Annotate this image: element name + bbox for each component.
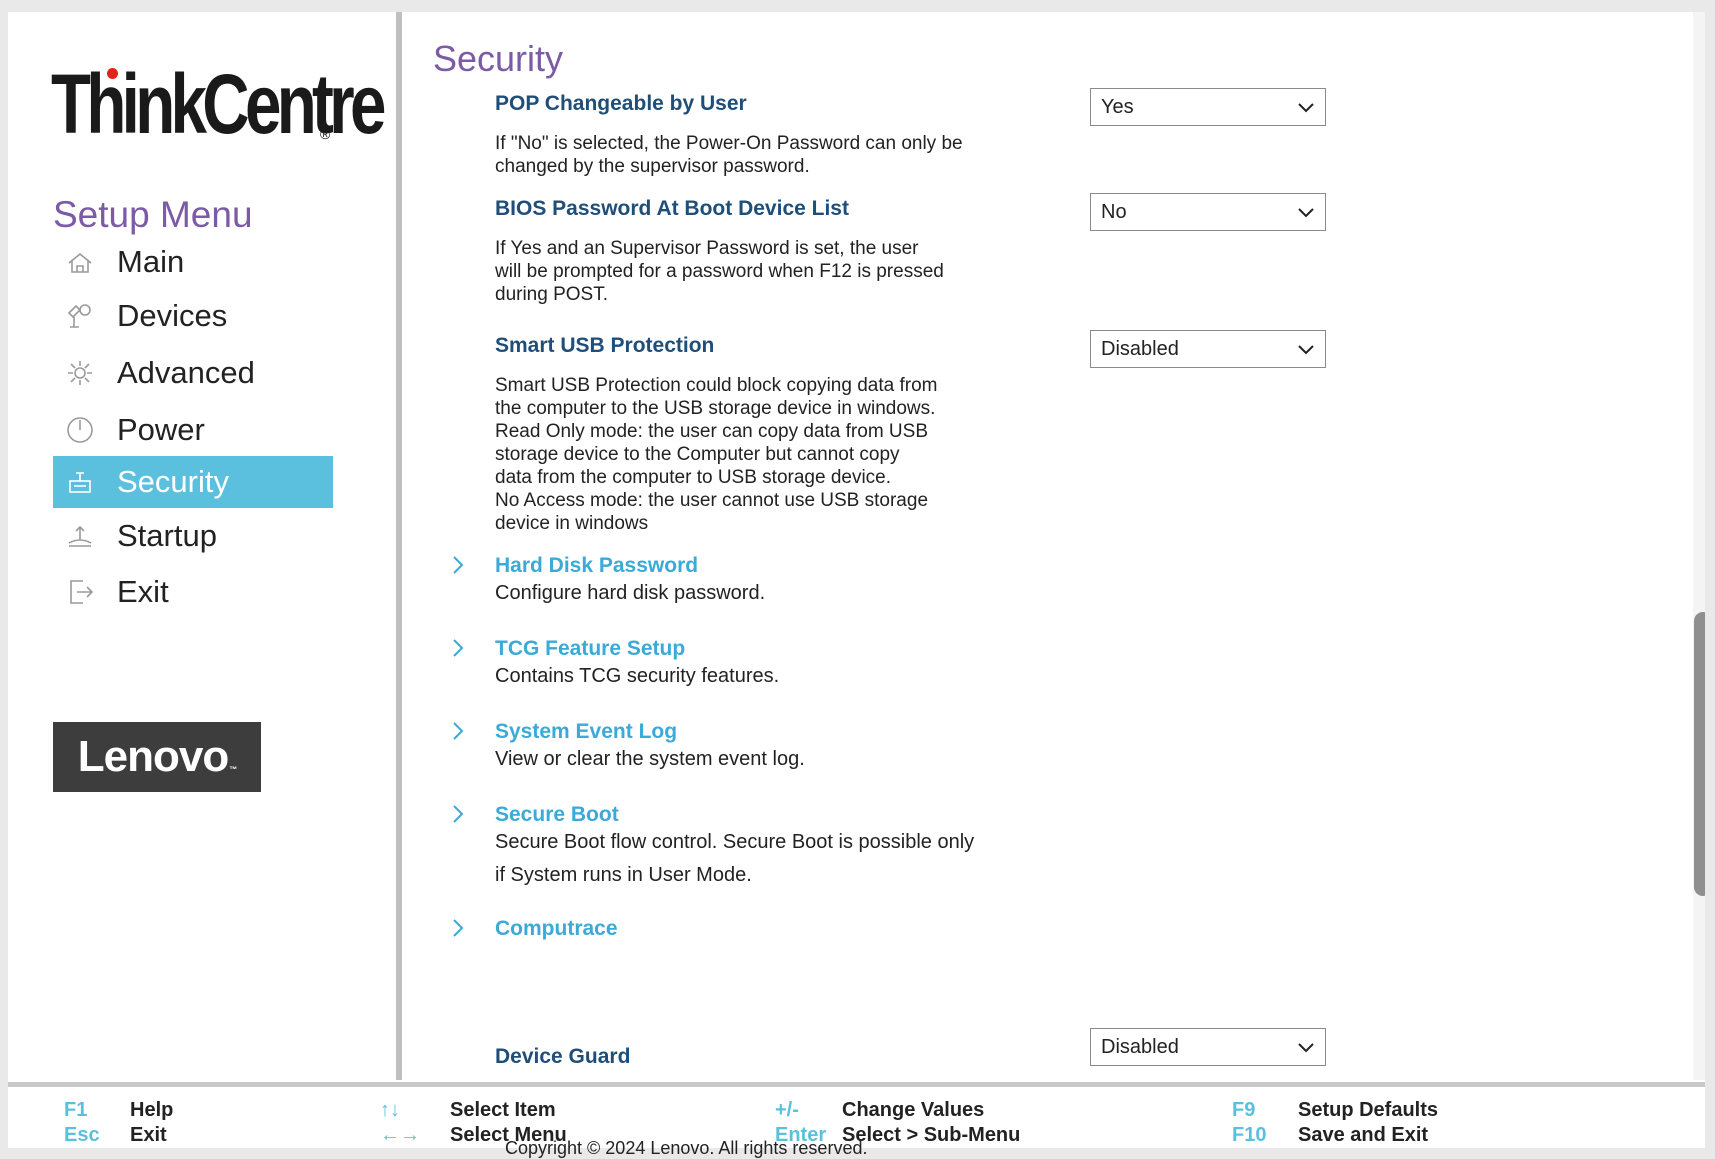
select-value: No (1101, 200, 1127, 223)
sidebar-item-devices[interactable]: Devices (53, 290, 333, 342)
submenu-system-event-log-description: View or clear the system event log. (495, 748, 805, 770)
key-f10-desc: Save and Exit (1298, 1124, 1429, 1146)
key-f10: F10 (1232, 1124, 1267, 1146)
pop-changeable-description: If "No" is selected, the Power-On Passwo… (495, 133, 963, 177)
sidebar-item-startup[interactable]: Startup (53, 510, 333, 562)
device-guard-label: Device Guard (495, 1045, 631, 1068)
copyright-text: Copyright © 2024 Lenovo. All rights rese… (505, 1138, 868, 1158)
setup-menu-title: Setup Menu (53, 194, 253, 235)
sidebar-item-label: Exit (117, 574, 169, 609)
chevron-right-icon[interactable] (450, 720, 466, 742)
chevron-down-icon (1298, 208, 1314, 218)
bios-password-boot-list-label: BIOS Password At Boot Device List (495, 197, 849, 220)
chevron-right-icon[interactable] (450, 803, 466, 825)
chevron-right-icon[interactable] (450, 917, 466, 939)
security-panel: Security POP Changeable by User Yes If "… (402, 12, 1692, 1080)
key-plus-minus-desc: Change Values (842, 1099, 985, 1121)
submenu-hard-disk-password-description: Configure hard disk password. (495, 582, 766, 604)
submenu-secure-boot[interactable]: Secure Boot (495, 803, 619, 827)
chevron-down-icon (1298, 103, 1314, 113)
devices-icon (65, 301, 95, 331)
submenu-system-event-log[interactable]: System Event Log (495, 720, 677, 744)
key-f9: F9 (1232, 1099, 1256, 1121)
submenu-secure-boot-description: Secure Boot flow control. Secure Boot is… (495, 831, 975, 886)
sidebar-item-label: Devices (117, 298, 228, 333)
submenu-tcg-feature-setup-description: Contains TCG security features. (495, 665, 780, 687)
key-f9-desc: Setup Defaults (1298, 1099, 1439, 1121)
lenovo-trademark: ™ (229, 765, 237, 774)
select-value: Disabled (1101, 337, 1179, 360)
key-plus-minus: +/- (775, 1099, 799, 1121)
chevron-right-icon[interactable] (450, 554, 466, 576)
pop-changeable-select[interactable]: Yes (1090, 88, 1326, 126)
chevron-right-icon[interactable] (450, 637, 466, 659)
key-up-down-desc: Select Item (450, 1099, 556, 1121)
scrollbar-track[interactable] (1693, 12, 1705, 1080)
exit-icon (65, 577, 95, 607)
lenovo-logo-text: Lenovo (77, 732, 229, 781)
sidebar-item-advanced[interactable]: Advanced (53, 347, 333, 399)
security-icon (65, 467, 95, 497)
sidebar: ThinkCentre ® Setup Menu Main Devices Ad… (8, 12, 394, 1080)
lenovo-logo: Lenovo ™ (53, 722, 261, 792)
power-icon (65, 415, 95, 445)
logo-registered-mark: ® (320, 126, 331, 142)
key-f1-desc: Help (130, 1099, 174, 1121)
sidebar-item-label: Startup (117, 518, 217, 553)
device-guard-select[interactable]: Disabled (1090, 1028, 1326, 1066)
sidebar-item-power[interactable]: Power (53, 404, 333, 456)
scrollbar-thumb[interactable] (1694, 612, 1705, 896)
smart-usb-protection-description: Smart USB Protection could block copying… (495, 375, 938, 534)
bios-window: ThinkCentre ® Setup Menu Main Devices Ad… (8, 12, 1705, 1148)
submenu-tcg-feature-setup[interactable]: TCG Feature Setup (495, 637, 685, 661)
chevron-down-icon (1298, 345, 1314, 355)
key-f1: F1 (64, 1099, 88, 1121)
chevron-down-icon (1298, 1043, 1314, 1053)
key-esc: Esc (64, 1124, 100, 1146)
sidebar-item-label: Power (117, 412, 205, 447)
select-value: Yes (1101, 95, 1134, 118)
sidebar-item-label: Main (117, 244, 185, 279)
home-icon (65, 247, 95, 277)
bios-password-boot-list-select[interactable]: No (1090, 193, 1326, 231)
smart-usb-protection-select[interactable]: Disabled (1090, 330, 1326, 368)
sidebar-item-security[interactable]: Security (53, 456, 333, 508)
key-left-right: ←→ (380, 1124, 420, 1146)
sidebar-item-main[interactable]: Main (53, 236, 333, 288)
sidebar-item-label: Security (117, 464, 229, 499)
thinkcentre-logo: ThinkCentre (51, 57, 386, 151)
pop-changeable-label: POP Changeable by User (495, 92, 747, 115)
page-title: Security (433, 38, 564, 79)
sidebar-item-label: Advanced (117, 355, 255, 390)
bios-password-boot-list-description: If Yes and an Supervisor Password is set… (495, 238, 944, 305)
sidebar-item-exit[interactable]: Exit (53, 566, 333, 618)
key-enter-desc: Select > Sub-Menu (842, 1124, 1021, 1146)
submenu-hard-disk-password[interactable]: Hard Disk Password (495, 554, 698, 578)
smart-usb-protection-label: Smart USB Protection (495, 334, 715, 357)
key-esc-desc: Exit (130, 1124, 167, 1146)
gear-icon (65, 358, 95, 388)
startup-icon (65, 521, 95, 551)
submenu-computrace[interactable]: Computrace (495, 917, 618, 941)
key-up-down: ↑↓ (380, 1099, 400, 1121)
select-value: Disabled (1101, 1035, 1179, 1058)
